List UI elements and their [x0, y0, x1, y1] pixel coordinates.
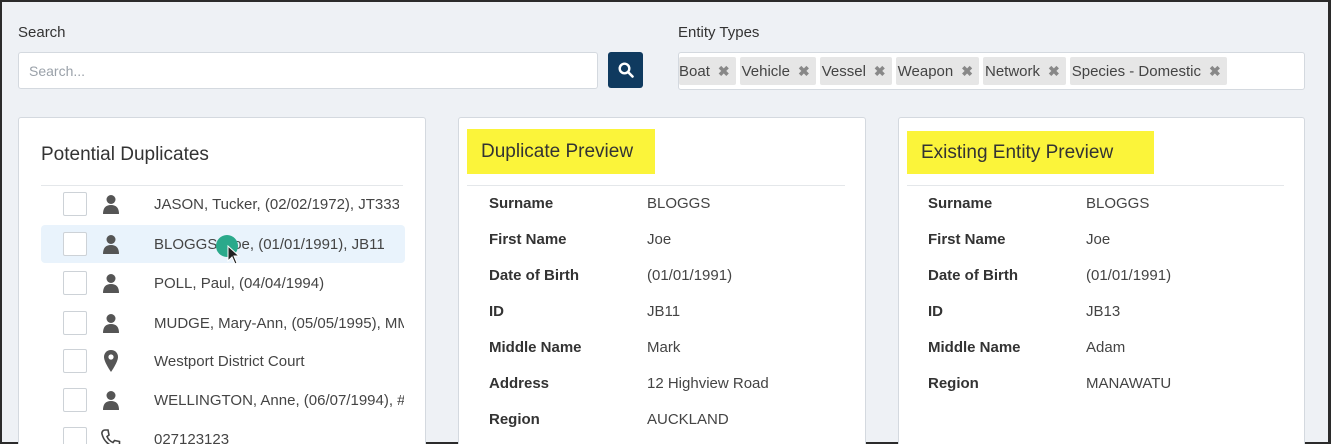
row-checkbox[interactable] [63, 232, 87, 256]
remove-tag-icon[interactable]: ✖ [1209, 63, 1221, 80]
search-icon [617, 62, 634, 78]
list-item[interactable]: Westport District Court [41, 342, 405, 380]
row-checkbox[interactable] [63, 311, 87, 335]
divider [907, 185, 1284, 186]
tag-species-domestic: Species - Domestic ✖ [1069, 57, 1227, 85]
field-region: Region AUCKLAND [489, 411, 729, 428]
remove-tag-icon[interactable]: ✖ [718, 63, 730, 80]
list-item[interactable]: POLL, Paul, (04/04/1994) [41, 264, 405, 302]
list-item[interactable]: WELLINGTON, Anne, (06/07/1994), # [41, 381, 405, 419]
row-checkbox[interactable] [63, 427, 87, 444]
phone-icon [101, 428, 121, 444]
remove-tag-icon[interactable]: ✖ [1048, 63, 1060, 80]
row-checkbox[interactable] [63, 388, 87, 412]
row-checkbox[interactable] [63, 349, 87, 373]
location-pin-icon [101, 350, 121, 372]
person-icon [101, 193, 121, 215]
field-first-name: First Name Joe [928, 231, 1111, 248]
list-item[interactable]: 027123123 [41, 420, 405, 444]
person-icon [101, 312, 121, 334]
field-address: Address 12 Highview Road [489, 375, 769, 392]
field-surname: Surname BLOGGS [928, 195, 1150, 212]
tag-boat: Boat ✖ [679, 57, 736, 85]
search-label: Search [18, 24, 66, 41]
tag-vessel: Vessel ✖ [819, 57, 892, 85]
entity-types-label: Entity Types [678, 24, 760, 41]
list-item[interactable]: JASON, Tucker, (02/02/1972), JT333 [41, 185, 405, 223]
field-first-name: First Name Joe [489, 231, 672, 248]
duplicate-preview-panel: Duplicate Preview Surname BLOGGS First Na… [458, 117, 866, 444]
field-date-of-birth: Date of Birth (01/01/1991) [928, 267, 1172, 284]
title-highlight: Existing Entity Preview [907, 131, 1154, 174]
existing-entity-preview-title: Existing Entity Preview [921, 141, 1114, 163]
search-input[interactable] [18, 52, 598, 89]
list-item[interactable]: MUDGE, Mary-Ann, (05/05/1995), MM [41, 304, 405, 342]
divider [467, 185, 845, 186]
potential-duplicates-title: Potential Duplicates [41, 144, 209, 165]
field-id: ID JB11 [489, 303, 681, 320]
tag-weapon: Weapon ✖ [895, 57, 979, 85]
remove-tag-icon[interactable]: ✖ [798, 63, 810, 80]
remove-tag-icon[interactable]: ✖ [874, 63, 886, 80]
row-checkbox[interactable] [63, 271, 87, 295]
search-button[interactable] [608, 52, 643, 88]
field-id: ID JB13 [928, 303, 1121, 320]
potential-duplicates-panel: Potential Duplicates JASON, Tucker, (02/… [18, 117, 426, 444]
list-item-selected[interactable]: BLOGGS, Joe, (01/01/1991), JB11 [41, 225, 405, 265]
tag-network: Network ✖ [982, 57, 1066, 85]
mouse-cursor-icon [227, 245, 241, 265]
field-date-of-birth: Date of Birth (01/01/1991) [489, 267, 733, 284]
person-icon [101, 272, 121, 294]
field-middle-name: Middle Name Mark [489, 339, 681, 356]
entity-types-select[interactable]: Boat ✖ Vehicle ✖ Vessel ✖ Weapon ✖ Network ✖ … [678, 52, 1305, 90]
field-region: Region MANAWATU [928, 375, 1172, 392]
field-surname: Surname BLOGGS [489, 195, 711, 212]
title-highlight: Duplicate Preview [467, 129, 655, 174]
person-icon [101, 233, 121, 255]
person-icon [101, 389, 121, 411]
tag-vehicle: Vehicle ✖ [739, 57, 816, 85]
remove-tag-icon[interactable]: ✖ [961, 63, 973, 80]
existing-entity-preview-panel: Existing Entity Preview Surname BLOGGS Fi… [898, 117, 1305, 444]
row-checkbox[interactable] [63, 192, 87, 216]
field-middle-name: Middle Name Adam [928, 339, 1126, 356]
duplicate-preview-title: Duplicate Preview [481, 140, 634, 162]
